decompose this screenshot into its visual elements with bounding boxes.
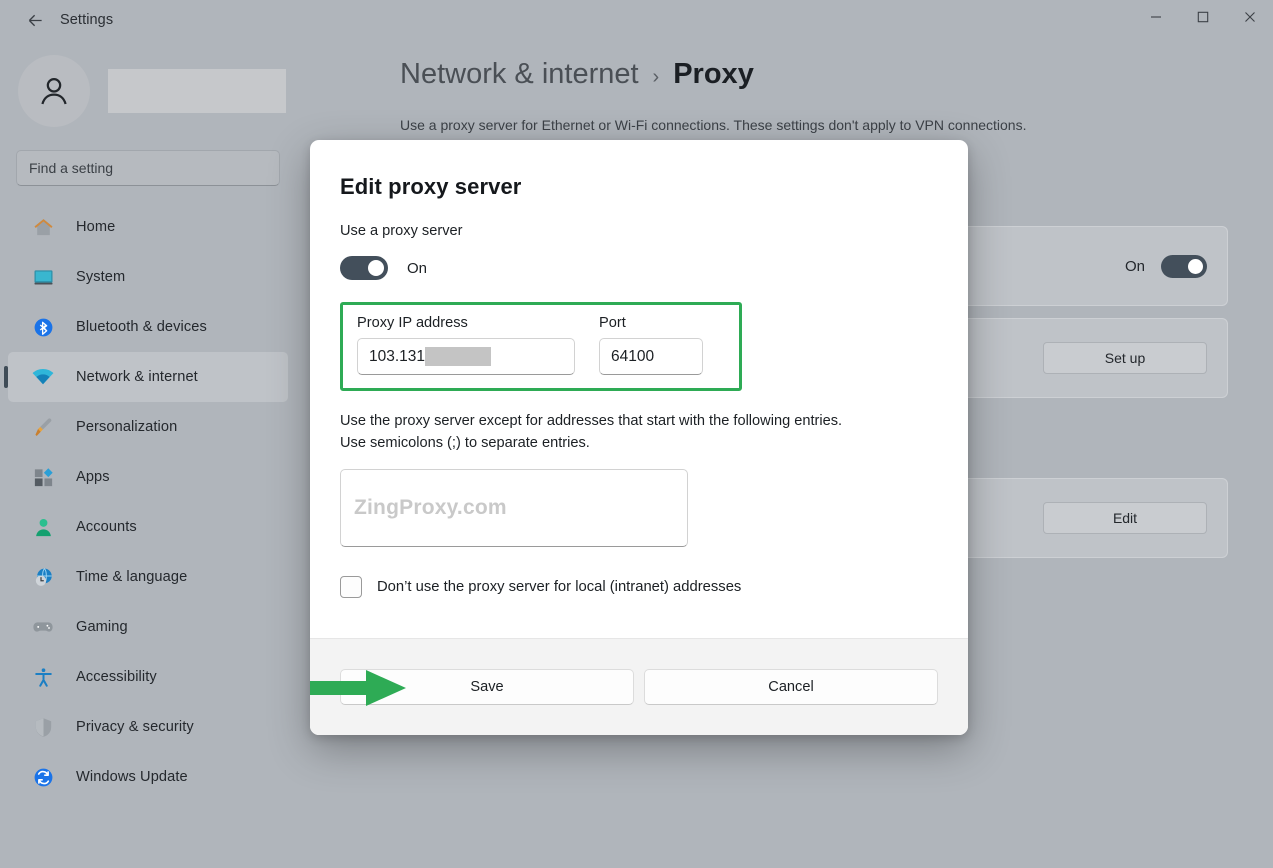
exceptions-hint-line2: Use semicolons (;) to separate entries.	[340, 435, 590, 452]
proxy-ip-field-group: Proxy IP address 103.131	[357, 315, 575, 375]
proxy-ip-input[interactable]: 103.131	[357, 338, 575, 375]
clock-globe-icon	[30, 564, 56, 590]
sidebar-item-label: Accounts	[76, 519, 137, 535]
chevron-right-icon: ›	[652, 66, 660, 88]
sidebar-item-label: Apps	[76, 469, 110, 485]
proxy-port-value: 64100	[611, 347, 655, 365]
person-icon	[30, 514, 56, 540]
setup-script-button[interactable]: Set up	[1043, 342, 1207, 374]
sidebar-item-label: Network & internet	[76, 369, 198, 385]
search-input[interactable]: Find a setting	[16, 150, 280, 186]
shield-icon	[30, 714, 56, 740]
proxy-port-input[interactable]: 64100	[599, 338, 703, 375]
sidebar-item-label: Gaming	[76, 619, 128, 635]
cancel-button[interactable]: Cancel	[644, 669, 938, 705]
sidebar: Find a setting Home System Bluetooth & d…	[0, 44, 296, 868]
sidebar-item-gaming[interactable]: Gaming	[8, 602, 288, 652]
sidebar-item-apps[interactable]: Apps	[8, 452, 288, 502]
account-profile[interactable]	[0, 52, 296, 130]
system-icon	[30, 264, 56, 290]
sidebar-item-network-internet[interactable]: Network & internet	[4, 352, 288, 402]
breadcrumb-parent[interactable]: Network & internet	[400, 58, 639, 91]
update-refresh-icon	[30, 764, 56, 790]
back-arrow-icon[interactable]	[14, 4, 56, 36]
dialog-title: Edit proxy server	[340, 174, 522, 199]
home-icon	[30, 214, 56, 240]
use-proxy-label: Use a proxy server	[340, 223, 463, 239]
bypass-local-label: Don’t use the proxy server for local (in…	[377, 579, 742, 596]
sidebar-item-label: Time & language	[76, 569, 188, 585]
app-title: Settings	[60, 12, 114, 28]
wifi-icon	[30, 364, 56, 390]
account-name-redacted	[108, 69, 286, 113]
avatar	[18, 55, 90, 127]
accessibility-icon	[30, 664, 56, 690]
exceptions-input[interactable]: ZingProxy.com	[340, 469, 688, 548]
proxy-ip-redaction	[425, 347, 492, 366]
sidebar-item-privacy-security[interactable]: Privacy & security	[8, 702, 288, 752]
exceptions-hint: Use the proxy server except for addresse…	[340, 410, 938, 454]
apps-icon	[30, 464, 56, 490]
sidebar-item-label: Home	[76, 219, 116, 235]
breadcrumb: Network & internet › Proxy	[400, 58, 1273, 91]
bluetooth-icon	[30, 314, 56, 340]
sidebar-item-system[interactable]: System	[8, 252, 288, 302]
proxy-ip-label: Proxy IP address	[357, 315, 468, 331]
sidebar-item-label: Windows Update	[76, 769, 188, 785]
auto-detect-toggle-label: On	[1124, 257, 1145, 275]
sidebar-item-label: Privacy & security	[76, 719, 194, 735]
auto-detect-toggle[interactable]	[1161, 254, 1207, 278]
bypass-local-row[interactable]: Don’t use the proxy server for local (in…	[340, 576, 938, 599]
dialog-footer: Save Cancel	[310, 638, 968, 735]
toggle-knob	[368, 260, 384, 276]
page-title: Proxy	[673, 58, 754, 90]
sidebar-item-accessibility[interactable]: Accessibility	[8, 652, 288, 702]
minimize-button[interactable]	[1132, 0, 1179, 34]
use-proxy-toggle-state: On	[407, 259, 428, 277]
paintbrush-icon	[30, 414, 56, 440]
sidebar-item-label: Accessibility	[76, 669, 157, 685]
edit-proxy-server-dialog: Edit proxy server Use a proxy server On …	[310, 140, 968, 735]
sidebar-item-personalization[interactable]: Personalization	[8, 402, 288, 452]
proxy-ip-value: 103.131	[369, 347, 426, 365]
sidebar-item-label: Bluetooth & devices	[76, 319, 207, 335]
sidebar-item-time-language[interactable]: Time & language	[8, 552, 288, 602]
window-controls	[1132, 0, 1273, 34]
settings-window: Settings Find a setting Home System Blue…	[0, 0, 1273, 868]
sidebar-item-label: Personalization	[76, 419, 178, 435]
proxy-port-label: Port	[599, 315, 626, 331]
sidebar-item-label: System	[76, 269, 126, 285]
use-proxy-toggle-row: On	[340, 256, 938, 280]
sidebar-nav: Home System Bluetooth & devices Network …	[0, 202, 296, 802]
use-proxy-toggle[interactable]	[340, 256, 388, 280]
proxy-port-field-group: Port 64100	[599, 315, 703, 375]
gamepad-icon	[30, 614, 56, 640]
title-bar: Settings	[0, 0, 1273, 40]
exceptions-placeholder: ZingProxy.com	[354, 496, 507, 520]
sidebar-item-bluetooth-devices[interactable]: Bluetooth & devices	[8, 302, 288, 352]
toggle-knob	[1188, 258, 1203, 274]
exceptions-hint-line1: Use the proxy server except for addresse…	[340, 413, 843, 429]
search-placeholder: Find a setting	[29, 160, 114, 176]
sidebar-item-home[interactable]: Home	[8, 202, 288, 252]
page-description: Use a proxy server for Ethernet or Wi-Fi…	[400, 117, 1027, 133]
sidebar-item-accounts[interactable]: Accounts	[8, 502, 288, 552]
proxy-address-highlight-box: Proxy IP address 103.131 Port 64100	[340, 302, 742, 391]
maximize-button[interactable]	[1179, 0, 1226, 34]
bypass-local-checkbox[interactable]	[340, 576, 362, 599]
dialog-body: Edit proxy server Use a proxy server On …	[310, 140, 968, 638]
close-button[interactable]	[1226, 0, 1273, 34]
sidebar-item-windows-update[interactable]: Windows Update	[8, 752, 288, 802]
manual-proxy-edit-button[interactable]: Edit	[1043, 502, 1207, 534]
save-button[interactable]: Save	[340, 669, 634, 705]
